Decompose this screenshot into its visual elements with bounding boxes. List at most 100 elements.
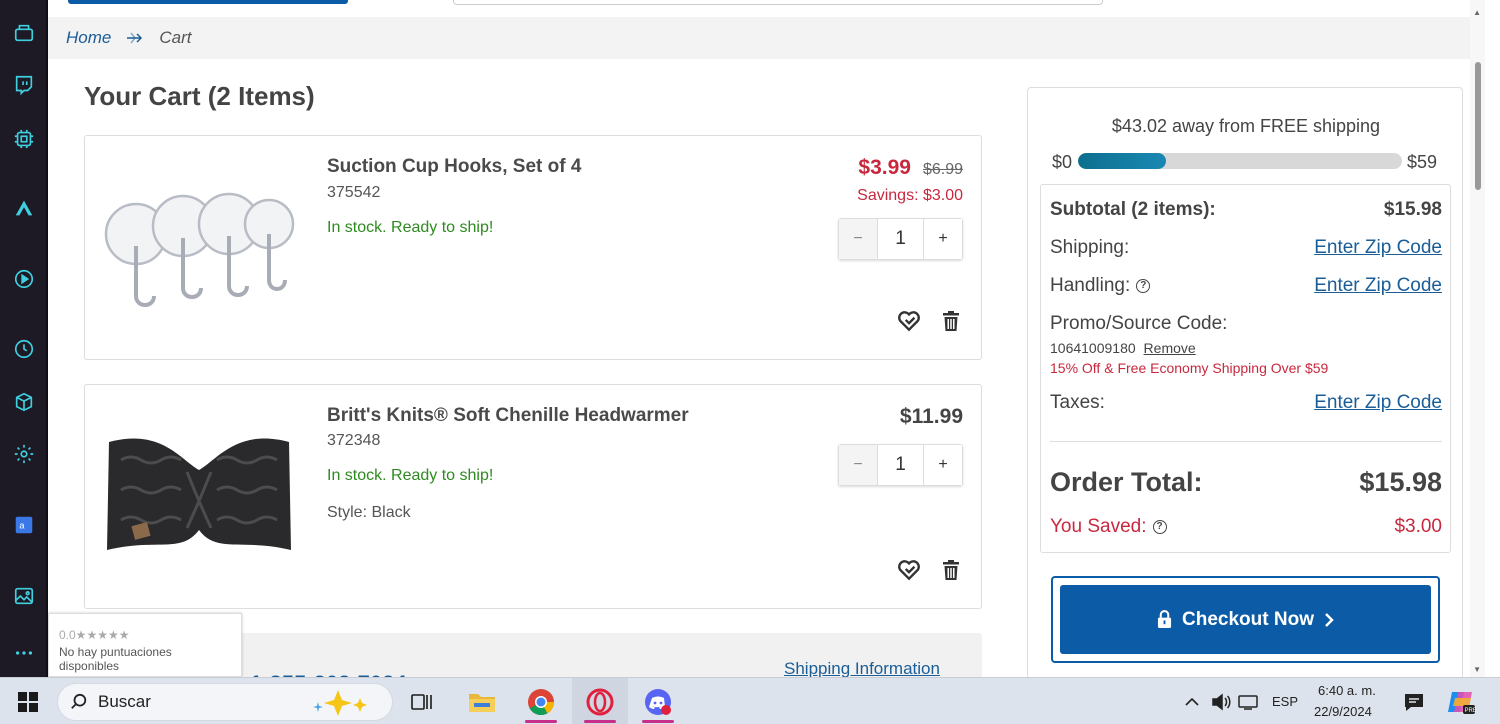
quantity-input[interactable]: 1	[877, 219, 924, 259]
promo-code-value: 10641009180	[1050, 340, 1136, 356]
network-icon[interactable]	[1238, 678, 1260, 724]
windows-start-icon[interactable]	[14, 678, 42, 724]
search-placeholder: Buscar	[98, 692, 151, 711]
you-saved-value: $3.00	[1394, 516, 1442, 537]
rating-widget[interactable]: 0.0★★★★★ No hay puntuaciones disponibles	[48, 613, 242, 677]
history-icon[interactable]	[11, 336, 37, 362]
clock-date[interactable]: 22/9/2024	[1314, 704, 1372, 719]
order-summary: $43.02 away from FREE shipping $0 $59 Su…	[1027, 87, 1463, 677]
gallery-icon[interactable]	[11, 583, 37, 609]
trash-icon[interactable]	[937, 307, 965, 335]
help-question-icon[interactable]: ?	[1152, 519, 1167, 534]
task-view-icon[interactable]	[408, 678, 436, 724]
increase-qty-button[interactable]: +	[924, 445, 962, 485]
handling-zip-link[interactable]: Enter Zip Code	[1314, 275, 1442, 297]
header-logo-bar[interactable]	[68, 0, 348, 4]
item-price: $11.99	[899, 405, 963, 428]
web-page: Home Cart Your Cart (2 Items) Suction Cu…	[48, 0, 1485, 677]
browser-sidebar: a	[0, 0, 48, 677]
product-name-link[interactable]: Britt's Knits® Soft Chenille Headwarmer	[327, 405, 689, 427]
translate-icon[interactable]: a	[11, 512, 37, 538]
free-shipping-progress	[1078, 153, 1402, 169]
copilot-icon[interactable]: PRE	[1444, 678, 1478, 724]
checkout-focus-ring: Checkout Now	[1051, 576, 1440, 663]
rating-text: No hay puntuaciones disponibles	[59, 645, 172, 673]
shipping-zip-link[interactable]: Enter Zip Code	[1314, 237, 1442, 259]
aria-icon[interactable]	[11, 195, 37, 221]
checkout-now-button[interactable]: Checkout Now	[1060, 585, 1431, 654]
price-row: $11.99	[900, 405, 963, 429]
order-total-row: Order Total: $15.98	[1050, 467, 1442, 498]
you-saved-row: You Saved:? $3.00	[1050, 516, 1442, 538]
product-sku: 375542	[327, 184, 381, 201]
scroll-thumb[interactable]	[1475, 62, 1481, 190]
taskbar: Buscar ESP 6:40 a. m. 22/9/2024 PRE	[0, 677, 1500, 724]
notifications-icon[interactable]	[1402, 678, 1426, 724]
more-icon[interactable]	[11, 640, 37, 666]
savings-text: Savings: $3.00	[857, 187, 963, 204]
twitch-icon[interactable]	[11, 72, 37, 98]
sale-price: $3.99	[858, 156, 911, 179]
decrease-qty-button[interactable]: −	[839, 445, 877, 485]
chevron-right-icon	[1325, 612, 1334, 627]
scroll-down-arrow-icon[interactable]: ▼	[1473, 665, 1481, 674]
free-shipping-message: $43.02 away from FREE shipping	[1111, 116, 1381, 136]
opera-gx-icon[interactable]	[572, 678, 628, 724]
discord-icon[interactable]	[640, 678, 676, 724]
active-indicator	[584, 720, 616, 723]
decrease-qty-button[interactable]: −	[839, 219, 877, 259]
subtotal-value: $15.98	[1383, 199, 1442, 220]
breadcrumb-home-link[interactable]: Home	[66, 28, 111, 48]
subtotal-row: Subtotal (2 items): $15.98	[1050, 199, 1442, 221]
cart-item: Suction Cup Hooks, Set of 4 375542 In st…	[84, 135, 982, 360]
extensions-icon[interactable]	[11, 389, 37, 415]
stock-status: In stock. Ready to ship!	[327, 467, 494, 484]
suction-hooks-image[interactable]	[101, 176, 297, 326]
handling-row: Handling:? Enter Zip Code	[1050, 275, 1442, 297]
checkout-label: Checkout Now	[1182, 608, 1314, 630]
progress-min-label: $0	[1052, 152, 1073, 172]
promo-row: Promo/Source Code:	[1050, 313, 1442, 335]
taxes-zip-link[interactable]: Enter Zip Code	[1314, 392, 1442, 414]
shipping-information-link[interactable]: Shipping Information	[784, 659, 940, 677]
trash-icon[interactable]	[937, 556, 965, 584]
language-indicator[interactable]: ESP	[1272, 694, 1298, 709]
search-icon	[71, 693, 87, 709]
site-search-box[interactable]	[453, 0, 1103, 5]
copilot-sparkle-icon	[313, 690, 367, 716]
chrome-icon[interactable]	[524, 678, 558, 724]
workspaces-icon[interactable]	[11, 20, 37, 46]
quantity-stepper: − 1 +	[838, 218, 963, 260]
you-saved-label: You Saved:	[1050, 516, 1147, 537]
quantity-stepper: − 1 +	[838, 444, 963, 486]
taxes-row: Taxes: Enter Zip Code	[1050, 392, 1442, 414]
increase-qty-button[interactable]: +	[924, 219, 962, 259]
clock-time[interactable]: 6:40 a. m.	[1318, 683, 1376, 698]
product-name-link[interactable]: Suction Cup Hooks, Set of 4	[327, 156, 581, 178]
taskbar-search[interactable]: Buscar	[57, 683, 393, 721]
save-for-later-heart-icon[interactable]	[895, 307, 923, 335]
rating-stars: 0.0★★★★★	[59, 628, 130, 642]
summary-details: Subtotal (2 items): $15.98 Shipping: Ent…	[1040, 184, 1451, 553]
scroll-up-arrow-icon[interactable]: ▲	[1473, 8, 1481, 17]
header-remnant	[48, 0, 1485, 17]
chip-icon[interactable]	[11, 126, 37, 152]
product-sku: 372348	[327, 432, 381, 449]
quantity-input[interactable]: 1	[877, 445, 924, 485]
shipping-row: Shipping: Enter Zip Code	[1050, 237, 1442, 259]
headwarmer-image[interactable]	[101, 420, 297, 570]
breadcrumb: Home Cart	[48, 17, 1485, 59]
subtotal-label: Subtotal (2 items):	[1050, 199, 1216, 220]
lock-icon	[1157, 610, 1172, 628]
svg-text:PRE: PRE	[1465, 708, 1477, 714]
settings-icon[interactable]	[11, 441, 37, 467]
volume-icon[interactable]	[1210, 678, 1232, 724]
save-for-later-heart-icon[interactable]	[895, 556, 923, 584]
file-explorer-icon[interactable]	[466, 678, 498, 724]
page-scrollbar[interactable]: ▲ ▼	[1470, 0, 1485, 677]
help-question-icon[interactable]: ?	[1136, 278, 1151, 293]
cart-item: Britt's Knits® Soft Chenille Headwarmer …	[84, 384, 982, 609]
chevron-up-icon[interactable]	[1182, 678, 1202, 724]
player-icon[interactable]	[11, 266, 37, 292]
promo-remove-link[interactable]: Remove	[1144, 340, 1196, 356]
